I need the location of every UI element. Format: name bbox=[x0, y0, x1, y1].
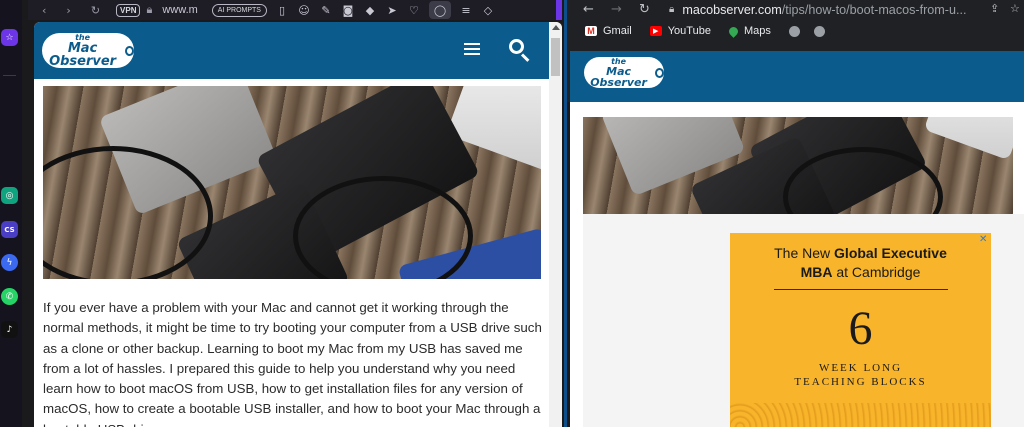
site-logo[interactable]: the Mac Observer bbox=[42, 33, 134, 68]
globe-icon bbox=[788, 25, 800, 37]
shield-icon[interactable]: ◆ bbox=[363, 3, 377, 17]
ad-subline1: WEEK LONG bbox=[818, 362, 903, 374]
browser-sidebar: ☆ ◎ CS ϟ ✆ ♪ bbox=[0, 0, 22, 427]
ad-headline-line1: The New Global Executive bbox=[774, 245, 947, 261]
lock-icon[interactable]: 🔒︎ bbox=[669, 4, 674, 15]
youtube-icon: ▶ bbox=[649, 26, 662, 36]
ad-headline-line2: MBA at Cambridge bbox=[800, 264, 921, 280]
star-icon[interactable]: ☆ bbox=[1, 29, 18, 46]
power-icon bbox=[655, 67, 664, 78]
url-host: macobserver.com bbox=[682, 2, 782, 17]
back-icon[interactable]: ‹ bbox=[42, 1, 46, 19]
article-hero-image bbox=[583, 117, 1013, 214]
profile-icon[interactable]: ◯ bbox=[428, 1, 451, 19]
star-bookmark-icon[interactable]: ☆ bbox=[1010, 2, 1020, 15]
bookmark-globe-2[interactable] bbox=[813, 25, 831, 37]
tiktok-icon[interactable]: ♪ bbox=[1, 321, 18, 338]
extensions-icon[interactable]: ◇ bbox=[481, 3, 495, 17]
site-header: the Mac Observer bbox=[570, 51, 1024, 102]
reload-icon[interactable]: ↻ bbox=[91, 1, 100, 19]
camera-icon[interactable]: ◙ bbox=[341, 3, 355, 17]
article-body: If you ever have a problem with your Mac… bbox=[43, 300, 542, 427]
share-icon[interactable]: ⇪ bbox=[990, 2, 999, 15]
settings-sliders-icon[interactable]: ≡ bbox=[459, 3, 473, 17]
bookmark-gmail[interactable]: M Gmail bbox=[585, 25, 632, 37]
site-logo[interactable]: the Mac Observer bbox=[584, 57, 664, 88]
cs-icon[interactable]: CS bbox=[1, 221, 18, 238]
hamburger-menu-icon[interactable] bbox=[464, 43, 480, 57]
back-arrow-icon[interactable]: ← bbox=[583, 2, 599, 17]
right-browser-toolbar: ← → ↻ 🔒︎ macobserver.com/tips/how-to/boo… bbox=[567, 0, 1024, 19]
search-icon[interactable] bbox=[509, 39, 531, 62]
power-icon bbox=[125, 45, 134, 56]
forward-icon[interactable]: › bbox=[66, 1, 70, 19]
ad-subline2: TEACHING BLOCKS bbox=[794, 376, 927, 388]
page-scrollbar[interactable] bbox=[549, 22, 562, 427]
whatsapp-icon[interactable]: ✆ bbox=[1, 288, 18, 305]
reader-icon[interactable]: ▯ bbox=[275, 3, 289, 17]
globe-icon bbox=[813, 25, 825, 37]
accent-bar bbox=[556, 0, 562, 20]
bookmark-youtube[interactable]: ▶ YouTube bbox=[649, 25, 711, 37]
emoji-icon[interactable]: ☺ bbox=[297, 3, 311, 17]
send-icon[interactable]: ➤ bbox=[385, 3, 399, 17]
forward-arrow-icon[interactable]: → bbox=[611, 2, 627, 17]
gmail-icon: M bbox=[585, 26, 597, 36]
vpn-badge[interactable]: VPN bbox=[116, 3, 141, 17]
chatgpt-icon[interactable]: ◎ bbox=[1, 187, 18, 204]
messenger-icon[interactable]: ϟ bbox=[1, 254, 18, 271]
address-bar[interactable]: www.m bbox=[162, 4, 197, 16]
url-path: /tips/how-to/boot-macos-from-u... bbox=[781, 2, 967, 17]
ad-number: 6 bbox=[848, 302, 873, 355]
ai-prompts-button[interactable]: AI PROMPTS bbox=[211, 3, 267, 17]
desktop: ☆ ◎ CS ϟ ✆ ♪ ‹ › ↻ VPN 🔒︎ www.m AI PROMP… bbox=[0, 0, 1024, 427]
advertisement[interactable]: ✕ The New Global Executive MBA at Cambri… bbox=[730, 233, 991, 427]
bookmark-maps[interactable]: Maps bbox=[727, 24, 771, 38]
left-page-viewport: the Mac Observer If you ever have a prob… bbox=[34, 22, 562, 427]
left-browser-toolbar: ‹ › ↻ VPN 🔒︎ www.m AI PROMPTS ▯ ☺ ✎ ◙ ◆ … bbox=[28, 0, 556, 20]
ad-close-icon[interactable]: ✕ bbox=[979, 235, 989, 245]
scrollbar-thumb[interactable] bbox=[551, 38, 560, 76]
site-header: the Mac Observer bbox=[34, 22, 549, 79]
sidebar-divider bbox=[3, 75, 16, 76]
ad-divider bbox=[774, 289, 948, 290]
maps-icon bbox=[727, 24, 740, 38]
article-hero-image bbox=[43, 86, 541, 279]
reload-icon[interactable]: ↻ bbox=[639, 2, 655, 17]
lock-icon: 🔒︎ bbox=[146, 3, 153, 16]
heart-icon[interactable]: ♡ bbox=[407, 3, 421, 17]
edit-icon[interactable]: ✎ bbox=[319, 3, 333, 17]
address-bar[interactable]: macobserver.com/tips/how-to/boot-macos-f… bbox=[682, 3, 966, 17]
bookmark-globe-1[interactable] bbox=[788, 25, 806, 37]
ad-pattern bbox=[730, 403, 991, 427]
bookmarks-bar: M Gmail ▶ YouTube Maps bbox=[567, 20, 1024, 42]
